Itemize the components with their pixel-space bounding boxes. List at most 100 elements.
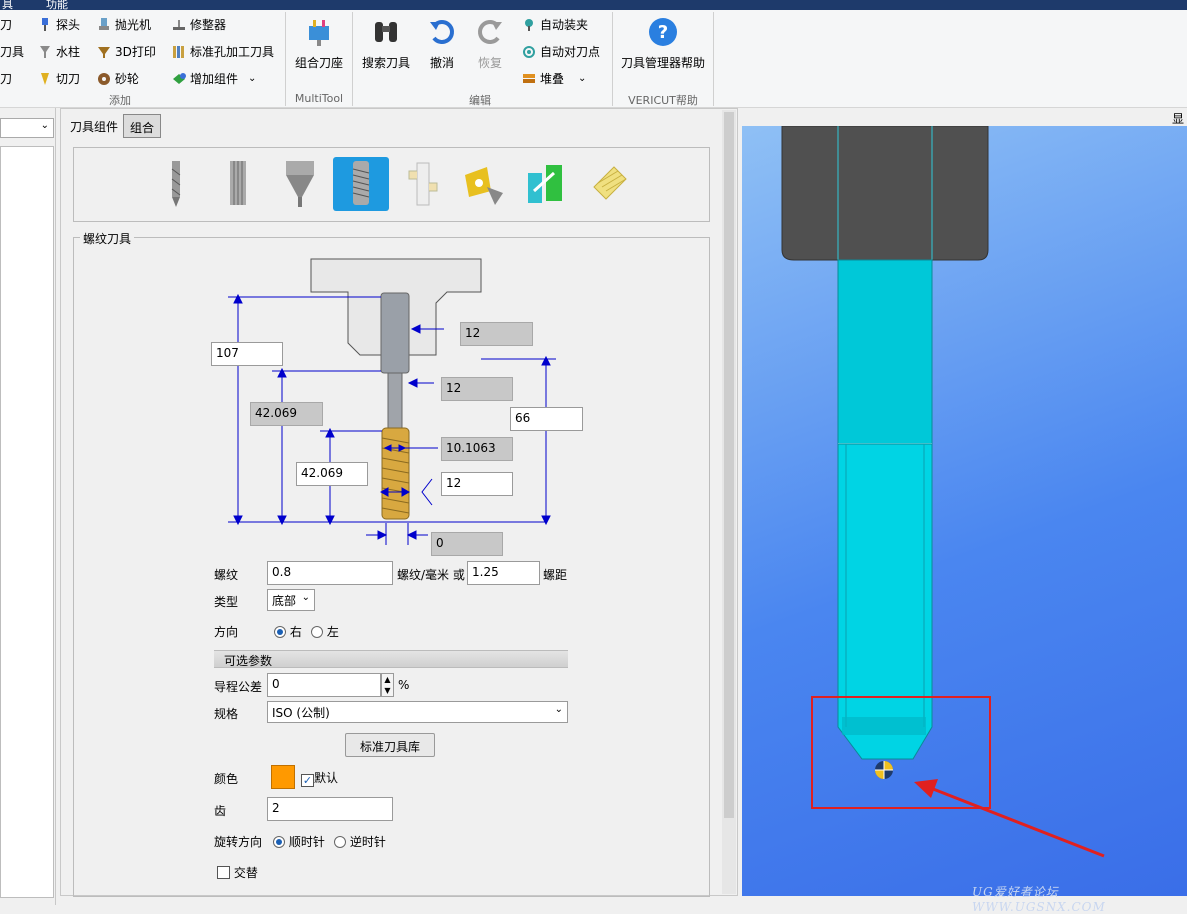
ribbon-item-tool-2[interactable]: 刀具 [0, 43, 24, 60]
ribbon-item-tool-3[interactable]: 刀 [0, 70, 12, 87]
stack-icon [523, 73, 535, 83]
redo-icon [478, 20, 502, 44]
watermark: UG爱好者论坛 WWW.UGSNX.COM [972, 885, 1106, 914]
type-select[interactable]: 底部 ⌄ [267, 589, 315, 611]
thread-mill-type-icon[interactable] [395, 157, 451, 211]
direction-right-label: 右 [289, 625, 302, 639]
undo-button[interactable]: 撤消 [424, 12, 460, 71]
tool-holder-3d [781, 126, 989, 261]
tap-thread-body [381, 427, 410, 520]
standard-tool-library-button[interactable]: 标准刀具库 [345, 733, 436, 757]
direction-right-radio[interactable]: 右 [274, 623, 302, 640]
mesh-tool-type-icon[interactable] [580, 157, 636, 211]
hole-tool-icon [173, 45, 184, 58]
ribbon-polisher-button[interactable]: 抛光机 [97, 16, 151, 33]
ribbon-probe-button[interactable]: 探头 [38, 16, 80, 33]
ribbon-waterjet-button[interactable]: 水柱 [38, 43, 80, 60]
pitch2-label: 螺距 [543, 568, 568, 582]
pitch-label: 螺纹 [214, 568, 239, 582]
lead-tolerance-label: 导程公差 [214, 680, 263, 694]
spec-select[interactable]: ISO (公制) ⌄ [267, 701, 568, 723]
alternate-label: 交替 [233, 866, 258, 880]
pitch-field[interactable]: 0.8 [267, 561, 393, 585]
lead-tolerance-field[interactable]: 0 [267, 673, 381, 697]
checkbox-icon [217, 866, 230, 879]
tool-shank-3d [837, 259, 933, 445]
stack-button[interactable]: 堆叠 ⌄ [522, 70, 586, 87]
direction-left-label: 左 [326, 625, 339, 639]
default-color-label: 默认 [314, 771, 339, 785]
ribbon-item-tool-1[interactable]: 刀 [0, 16, 12, 33]
tap-shank [380, 292, 410, 374]
holder-assembly-icon [309, 20, 329, 46]
tap-type-icon-selected[interactable] [333, 157, 389, 211]
ribbon-std-hole-tool-button[interactable]: 标准孔加工刀具 [172, 43, 274, 60]
group-label-edit: 编辑 [469, 94, 491, 107]
direction-left-radio[interactable]: 左 [311, 623, 339, 640]
radio-icon [311, 626, 323, 638]
tool-manager-help-button[interactable]: ? 刀具管理器帮助 [616, 12, 710, 71]
default-color-checkbox[interactable]: ✓ 默认 [301, 769, 338, 787]
waterjet-icon [40, 45, 50, 58]
clamp-icon [525, 18, 533, 31]
rotation-cw-radio[interactable]: 顺时针 [273, 833, 325, 850]
drill-type-icon[interactable] [148, 157, 204, 211]
dresser-icon [173, 19, 185, 30]
length-field-3[interactable]: 42.069 [296, 462, 368, 486]
chevron-down-icon: ⌄ [248, 73, 257, 84]
color-swatch[interactable] [271, 765, 295, 789]
tool-tree-dropdown[interactable]: ⌄ [0, 118, 54, 138]
percent-label: % [398, 678, 410, 692]
scrollbar-thumb[interactable] [724, 112, 734, 818]
cutter-icon [41, 72, 49, 85]
type-select-value: 底部 [272, 594, 297, 608]
thread-diameter-field: 10.1063 [441, 437, 513, 461]
countersink-type-icon[interactable] [272, 157, 328, 211]
checkbox-checked-icon: ✓ [301, 774, 314, 787]
direction-label: 方向 [214, 625, 239, 639]
overall-length-field[interactable]: 107 [211, 342, 283, 366]
pitch2-field[interactable]: 1.25 [467, 561, 540, 585]
tool-holder-assembly-button[interactable]: 组合刀座 [291, 12, 347, 71]
search-tool-button[interactable]: 搜索刀具 [358, 12, 414, 71]
ribbon-add-component-button[interactable]: 增加组件 ⌄ [172, 70, 256, 87]
probe-icon [42, 17, 48, 31]
ribbon: 刀 刀具 刀 探头 水柱 切刀 抛光机 3D打印 砂轮 修整器 标准孔加工刀具 … [0, 10, 1187, 108]
tab-tool-component[interactable]: 刀具组件 [64, 114, 124, 138]
shank-diameter-field: 12 [441, 377, 513, 401]
tab-assembly[interactable]: 组合 [123, 114, 162, 138]
reamer-type-icon[interactable] [210, 157, 266, 211]
display-label: 显 [1172, 112, 1185, 126]
auto-set-point-button[interactable]: 自动对刀点 [522, 43, 600, 60]
help-icon: ? [649, 18, 677, 46]
add-component-icon [173, 72, 186, 84]
redo-button[interactable]: 恢复 [472, 12, 508, 71]
tool-body-3d [837, 443, 933, 760]
binoculars-icon [375, 22, 397, 42]
ribbon-grinding-wheel-button[interactable]: 砂轮 [97, 70, 139, 87]
optional-params-header[interactable]: 可选参数 [214, 650, 568, 668]
rotation-ccw-label: 逆时针 [349, 835, 386, 849]
printer-3d-icon [98, 46, 110, 58]
ribbon-dresser-button[interactable]: 修整器 [172, 16, 226, 33]
alternate-checkbox[interactable]: 交替 [217, 864, 258, 881]
tool-tree-list[interactable] [0, 146, 54, 898]
teeth-field[interactable]: 2 [267, 797, 393, 821]
tool-3d-viewport[interactable] [742, 126, 1187, 896]
height-field[interactable]: 66 [510, 407, 583, 431]
ribbon-3d-print-button[interactable]: 3D打印 [97, 43, 156, 60]
title-bar: 具 功能 [0, 0, 1187, 11]
tap-neck [387, 372, 403, 429]
chevron-down-icon: ⌄ [301, 592, 310, 603]
auto-clamp-button[interactable]: 自动装夹 [522, 16, 588, 33]
insert-type-icon[interactable] [457, 157, 513, 211]
import-tool-type-icon[interactable] [518, 157, 574, 211]
lead-tolerance-spinner[interactable]: ▲ ▼ [381, 673, 394, 697]
ribbon-cutter-button[interactable]: 切刀 [38, 70, 80, 87]
radio-icon [273, 836, 285, 848]
tool-3d-render [781, 126, 1105, 858]
polisher-icon [99, 17, 109, 30]
type-label: 类型 [214, 595, 239, 609]
rotation-ccw-radio[interactable]: 逆时针 [334, 833, 386, 850]
tip-diameter-field[interactable]: 12 [441, 472, 513, 496]
